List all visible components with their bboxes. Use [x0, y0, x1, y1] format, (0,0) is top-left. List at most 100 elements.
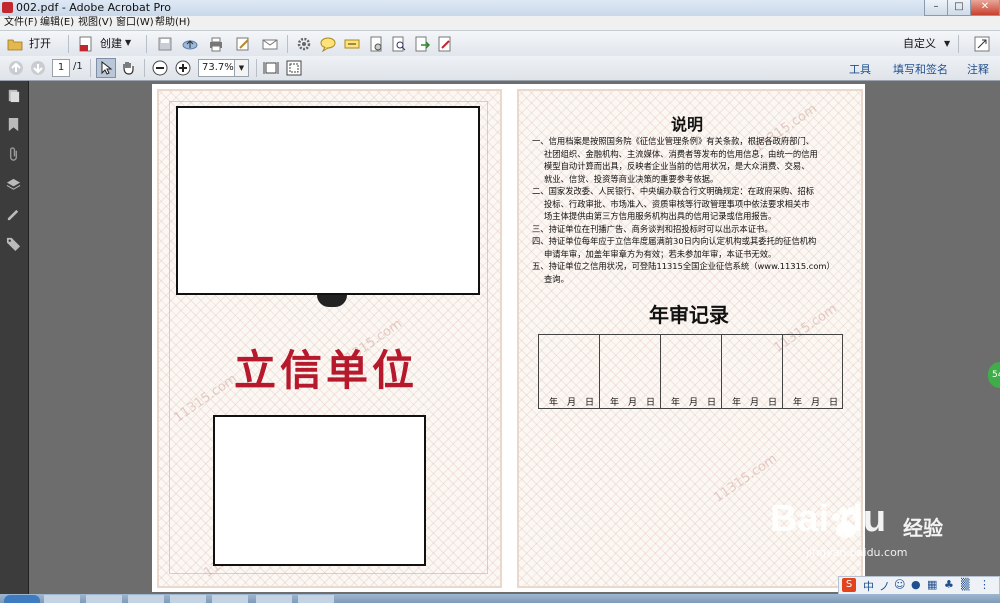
start-button[interactable]	[4, 595, 40, 603]
jingyan-url-watermark: jingyan.baidu.com	[806, 546, 908, 559]
tags-icon[interactable]	[6, 236, 21, 251]
keyboard-icon[interactable]: ▦	[927, 578, 937, 591]
toolbar-separator	[256, 59, 257, 77]
chevron-down-icon[interactable]: ▼	[234, 59, 249, 77]
pdf-page: 11315.com 11315.com 11315.com 立信单位 11315…	[152, 84, 865, 592]
taskbar-item[interactable]	[256, 595, 292, 603]
menu-window[interactable]: 窗口(W)	[116, 16, 154, 30]
save-icon[interactable]	[157, 36, 173, 52]
navigation-toolbar: 1 /1 73.7% ▼ 工具 填写和签名 注释	[0, 56, 1000, 81]
email-icon[interactable]	[262, 36, 278, 52]
taskbar-item[interactable]	[212, 595, 248, 603]
chevron-down-icon[interactable]: ▼	[944, 39, 950, 48]
jingyan-watermark: 经验	[903, 516, 943, 540]
page-number-input[interactable]: 1	[52, 59, 70, 77]
main-toolbar: 打开 创建 ▼ 自定义 ▼	[0, 30, 1000, 58]
toolbar-separator	[958, 35, 959, 53]
comment-pane-link[interactable]: 注释	[967, 61, 989, 77]
annual-review-cell: 年 月 日	[599, 334, 661, 409]
toolbar-separator	[68, 35, 69, 53]
description-line: 就业、信贷、投资等商业决策的重要参考依据。	[544, 173, 719, 184]
punctuation-icon[interactable]: ノ	[879, 578, 890, 594]
emoji-icon[interactable]: ☺	[894, 578, 905, 591]
baidu-paw-icon	[832, 507, 861, 538]
next-page-icon[interactable]	[30, 60, 46, 76]
window-title: 002.pdf - Adobe Acrobat Pro	[16, 1, 171, 14]
description-line: 四、持证单位每年应于立信年度届满前30日内向认定机构或其委托的征信机构	[532, 236, 817, 246]
bookmark-icon[interactable]	[6, 117, 21, 132]
taskbar-item[interactable]	[128, 595, 164, 603]
acrobat-app-icon	[2, 2, 13, 13]
previous-page-icon[interactable]	[8, 60, 24, 76]
description-line: 社团组织、金融机构、主流媒体、消费者等发布的信用信息，由统一的信用	[544, 148, 818, 159]
skin-icon[interactable]: ♣	[944, 578, 954, 591]
toolbar-separator	[287, 35, 288, 53]
description-line: 三、持证单位在刊播广告、商务谈判和招投标时可以出示本证书。	[532, 223, 773, 234]
toolbar-separator	[90, 59, 91, 77]
description-line: 二、国家发改委、人民银行、中央编办联合行文明确规定：在政府采购、招标	[532, 186, 815, 196]
zoom-in-icon[interactable]	[175, 60, 191, 76]
microphone-icon[interactable]: ●	[911, 578, 921, 591]
description-line: 五、持证单位之信用状况，可登陆11315全国企业征信系统（www.11315.c…	[532, 261, 835, 271]
open-button[interactable]: 打开	[5, 35, 63, 53]
sogou-ime-icon[interactable]: S	[842, 578, 856, 592]
more-icon[interactable]: ⋮	[979, 578, 990, 591]
taskbar-item[interactable]	[170, 595, 206, 603]
taskbar-item[interactable]	[298, 595, 334, 603]
open-label: 打开	[29, 37, 51, 50]
zoom-out-icon[interactable]	[152, 60, 168, 76]
menu-help[interactable]: 帮助(H)	[155, 16, 190, 30]
folder-icon	[7, 39, 23, 51]
minimize-button[interactable]: –	[924, 0, 948, 16]
settings-gear-icon[interactable]	[296, 36, 312, 52]
search-document-icon[interactable]	[391, 36, 407, 52]
export-icon[interactable]	[414, 36, 430, 52]
comment-bubble-icon[interactable]	[320, 36, 336, 52]
maximize-button[interactable]: □	[947, 0, 971, 16]
attachment-icon[interactable]	[6, 147, 21, 162]
ime-mode-icon[interactable]: 中	[863, 578, 874, 594]
create-pdf-icon	[79, 36, 92, 52]
menu-bar: 文件(F) 编辑(E) 视图(V) 窗口(W) 帮助(H)	[0, 16, 1000, 30]
title-bar: 002.pdf - Adobe Acrobat Pro – □ ✕	[0, 0, 1000, 17]
taskbar-item[interactable]	[44, 595, 80, 603]
highlight-icon[interactable]	[344, 36, 360, 52]
fill-sign-pane-link[interactable]: 填写和签名	[893, 61, 948, 77]
annual-review-cell: 年 月 日	[782, 334, 843, 409]
menu-view[interactable]: 视图(V)	[78, 16, 113, 30]
date-label: 年 月 日	[671, 398, 717, 408]
toolbox-icon[interactable]: ▒	[961, 578, 969, 591]
expand-window-icon[interactable]	[974, 36, 990, 52]
toolbar-separator	[146, 35, 147, 53]
document-tool-icon[interactable]	[368, 36, 384, 52]
menu-file[interactable]: 文件(F)	[4, 16, 38, 30]
fit-page-icon[interactable]	[286, 60, 302, 76]
menu-edit[interactable]: 编辑(E)	[40, 16, 74, 30]
page-total: /1	[73, 61, 83, 72]
create-button[interactable]: 创建 ▼	[76, 35, 136, 53]
customize-label[interactable]: 自定义	[903, 32, 936, 56]
select-tool-button[interactable]	[96, 58, 116, 78]
layers-icon[interactable]	[6, 177, 21, 192]
sign-form-icon[interactable]	[437, 36, 453, 52]
date-label: 年 月 日	[793, 398, 839, 408]
description-line: 投标、行政审批、市场准入、资质审核等行政管理事项中依法要求相关市	[544, 198, 810, 209]
description-line: 查询。	[544, 273, 569, 284]
taskbar-item[interactable]	[86, 595, 122, 603]
tools-pane-link[interactable]: 工具	[849, 61, 871, 77]
print-icon[interactable]	[208, 36, 224, 52]
page-thumbnails-icon[interactable]	[6, 88, 21, 103]
zoom-level-select[interactable]: 73.7%	[198, 59, 237, 77]
close-button[interactable]: ✕	[970, 0, 1000, 16]
edit-document-icon[interactable]	[235, 36, 251, 52]
signatures-icon[interactable]	[6, 207, 21, 222]
fit-width-icon[interactable]	[263, 60, 279, 76]
date-label: 年 月 日	[549, 398, 595, 408]
upload-cloud-icon[interactable]	[182, 36, 198, 52]
navigation-pane	[0, 81, 29, 603]
hand-tool-icon[interactable]	[120, 60, 136, 76]
windows-taskbar	[0, 594, 1000, 603]
annual-review-table: 年 月 日 年 月 日 年 月 日 年 月 日 年 月 日	[538, 334, 843, 409]
redacted-lower-box	[213, 415, 426, 566]
annual-review-cell: 年 月 日	[721, 334, 783, 409]
